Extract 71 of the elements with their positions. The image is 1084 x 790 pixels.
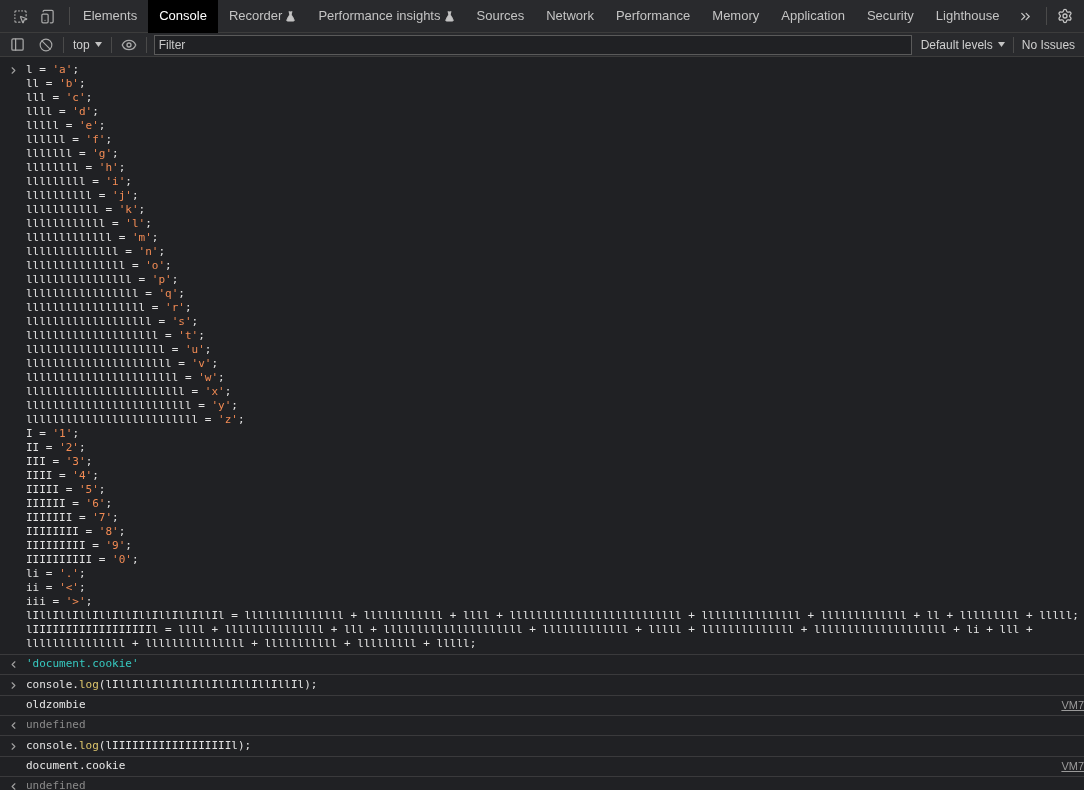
code-line: llll = 'd';: [26, 105, 100, 119]
panel-tab[interactable]: Lighthouse: [924, 0, 1011, 33]
code-line: IIIIIIIIII = '0';: [26, 553, 140, 567]
code-line: lIllIllIllIllIllIllIllIllIllIl = lllllllllllllll + llllllllllll + llll + llllllllllllllllllllllllll + lllllllllllllll + lllllllllllll + ll + lllllllll + lllll;: [26, 609, 1079, 623]
result-value: undefined: [26, 778, 86, 790]
code-line: console.log(lIllIllIllIllIllIllIllIllIllIl);: [26, 678, 318, 692]
code-line: llllllllllll = 'l';: [26, 217, 153, 231]
context-selector[interactable]: top: [73, 35, 102, 54]
panel-tab[interactable]: Security: [855, 0, 925, 33]
code-line: llllllllllllllllllllllllll = 'z';: [26, 413, 246, 427]
code-line: I = '1';: [26, 427, 80, 441]
code-line: llllll = 'f';: [26, 133, 114, 147]
code-line: lllllllllllllllll = 'q';: [26, 287, 186, 301]
source-link[interactable]: VM7: [1061, 697, 1084, 714]
source-link[interactable]: VM7: [1061, 758, 1084, 775]
issues-button[interactable]: No Issues: [1021, 35, 1076, 54]
panel-tab[interactable]: Memory: [701, 0, 771, 33]
log-output: oldzombie: [26, 697, 87, 714]
panel-tab[interactable]: Application: [770, 0, 856, 33]
code-line: llllllllllllllllllllll = 'v';: [26, 357, 220, 371]
code-line: llllllllllllllllll = 'r';: [26, 301, 193, 315]
panel-tab[interactable]: Elements: [72, 0, 149, 33]
code-line: ll = 'b';: [26, 77, 87, 91]
code-line: lll = 'c';: [26, 91, 94, 105]
code-line: lllllllllllllll + lllllllllllllll + lllllllllll + lllllllll + lllll;: [26, 637, 478, 651]
code-line: llllllllllllllll = 'p';: [26, 273, 180, 287]
panel-tab[interactable]: Sources: [465, 0, 536, 33]
code-line: llllllllllllllllllllllll = 'x';: [26, 385, 233, 399]
code-line: lllllllllll = 'k';: [26, 203, 147, 217]
code-line: lllllllll = 'i';: [26, 175, 133, 189]
code-line: li = '.';: [26, 567, 87, 581]
clear-console-icon[interactable]: [39, 37, 53, 52]
code-line: console.log(lIIIIIIIIIIIIIIIIIIl);: [26, 739, 252, 753]
code-line: lllllll = 'g';: [26, 147, 120, 161]
code-line: llllllll = 'h';: [26, 161, 127, 175]
code-line: IIIIIIII = '8';: [26, 525, 127, 539]
log-levels-dropdown[interactable]: Default levels: [920, 35, 1005, 54]
code-line: llllllllllllll = 'n';: [26, 245, 167, 259]
code-line: IIIIIIIII = '9';: [26, 539, 133, 553]
code-line: lllllllllllllllllll = 's';: [26, 315, 200, 329]
panel-tab[interactable]: Performance: [604, 0, 702, 33]
code-line: IIIII = '5';: [26, 483, 107, 497]
code-line: lllllllllllllllllllll = 'u';: [26, 343, 213, 357]
result-value: undefined: [26, 717, 86, 734]
code-line: lIIIIIIIIIIIIIIIIIIl = llll + lllllllllllllll + lll + lllllllllllllllllllll + lllllllllllll + lllll + llllllllllllll + llllllllllllllllllll + li + lll +: [26, 623, 1034, 637]
code-line: lllllllllllll = 'm';: [26, 231, 160, 245]
code-line: l = 'a';: [26, 63, 80, 77]
code-line: llllllllllllllllllll = 't';: [26, 329, 206, 343]
result-value: 'document.cookie': [26, 656, 139, 673]
code-line: lllllllllllllllllllllllll = 'y';: [26, 399, 239, 413]
code-line: IIII = '4';: [26, 469, 100, 483]
log-output: document.cookie: [26, 758, 127, 775]
panel-tab[interactable]: Console: [148, 0, 218, 33]
settings-icon[interactable]: [1057, 8, 1073, 24]
caret-icon: [997, 42, 1005, 47]
code-line: lllll = 'e';: [26, 119, 107, 133]
panel-tab[interactable]: Recorder: [217, 0, 308, 33]
code-line: lllllllllllllll = 'o';: [26, 259, 173, 273]
panel-tab[interactable]: Network: [535, 0, 605, 33]
code-line: IIIIII = '6';: [26, 497, 114, 511]
filter-field[interactable]: Filter: [153, 34, 912, 55]
code-line: IIIIIII = '7';: [26, 511, 120, 525]
code-line: lllllllllllllllllllllll = 'w';: [26, 371, 226, 385]
sidebar-toggle-icon[interactable]: [10, 37, 25, 52]
code-line: llllllllll = 'j';: [26, 189, 140, 203]
code-line: III = '3';: [26, 455, 94, 469]
code-line: ii = '<';: [26, 581, 87, 595]
code-line: II = '2';: [26, 441, 87, 455]
code-line: iii = '>';: [26, 595, 94, 609]
panel-tab[interactable]: Performance insights: [307, 0, 466, 33]
caret-icon: [94, 42, 102, 47]
